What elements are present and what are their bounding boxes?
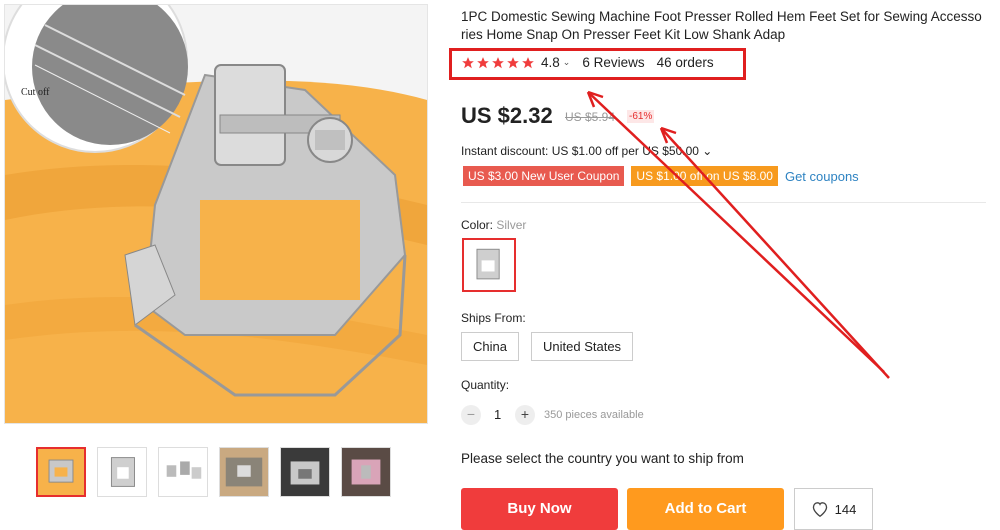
star-icon — [522, 56, 534, 68]
heart-icon — [812, 502, 827, 517]
product-main-image[interactable]: Cut off — [4, 4, 428, 424]
thumbnail-3[interactable] — [158, 447, 208, 497]
new-user-coupon[interactable]: US $3.00 New User Coupon — [463, 166, 625, 186]
thumbnail-2[interactable] — [97, 447, 147, 497]
thumbnail-strip — [36, 447, 391, 497]
discount-badge: -61% — [627, 110, 655, 123]
ships-from-united-states[interactable]: United States — [531, 332, 634, 361]
add-to-cart-button[interactable]: Add to Cart — [627, 488, 784, 530]
thumbnail-4[interactable] — [219, 447, 269, 497]
wishlist-button[interactable]: 144 — [794, 488, 873, 530]
rating-row[interactable]: 4.8 ⌄ 6 Reviews 46 orders — [461, 55, 714, 70]
quantity-decrease-button[interactable]: − — [461, 405, 481, 425]
orders-count: 46 orders — [656, 55, 714, 70]
thumbnail-6[interactable] — [341, 447, 391, 497]
instant-discount[interactable]: Instant discount: US $1.00 off per US $5… — [461, 144, 712, 158]
star-icon — [477, 56, 489, 68]
color-label-text: Color: — [461, 218, 494, 232]
original-price: US $5.94 — [565, 110, 616, 124]
available-stock: 350 pieces available — [544, 409, 644, 421]
divider — [461, 202, 986, 203]
reviews-link[interactable]: 6 Reviews — [582, 55, 644, 70]
buy-now-button[interactable]: Buy Now — [461, 488, 618, 530]
current-price: US $2.32 — [461, 103, 553, 128]
image-caption: Cut off — [21, 87, 50, 98]
store-coupon[interactable]: US $1.00 off on US $8.00 — [631, 166, 778, 186]
thumbnail-1[interactable] — [36, 447, 86, 497]
color-value: Silver — [496, 218, 527, 232]
product-title: 1PC Domestic Sewing Machine Foot Presser… — [461, 9, 982, 42]
quantity-increase-button[interactable]: + — [515, 405, 535, 425]
quantity-label: Quantity: — [461, 378, 510, 392]
star-icon — [462, 56, 474, 68]
quantity-value[interactable]: 1 — [494, 407, 501, 422]
star-icon — [507, 56, 519, 68]
chevron-down-icon[interactable]: ⌄ — [563, 57, 571, 68]
star-icon — [492, 56, 504, 68]
star-rating — [461, 56, 535, 70]
ship-note: Please select the country you want to sh… — [461, 451, 744, 466]
rating-score: 4.8 — [541, 55, 560, 70]
coupon-row: US $3.00 New User Coupon US $1.00 off on… — [463, 166, 859, 186]
color-swatch-silver[interactable] — [462, 238, 516, 292]
ships-from-label: Ships From: — [461, 311, 526, 325]
thumbnail-5[interactable] — [280, 447, 330, 497]
color-label: Color: Silver — [461, 218, 526, 232]
get-coupons-link[interactable]: Get coupons — [785, 169, 859, 184]
wishlist-count: 144 — [834, 501, 857, 517]
ships-from-china[interactable]: China — [461, 332, 519, 361]
